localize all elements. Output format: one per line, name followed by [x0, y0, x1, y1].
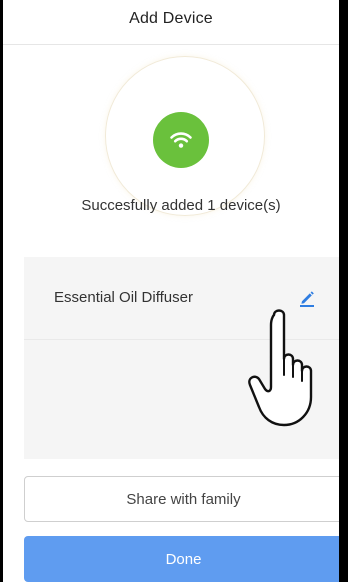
device-list-card: Essential Oil Diffuser	[24, 257, 339, 459]
success-message: Succesfully added 1 device(s)	[81, 197, 281, 214]
pencil-edit-icon[interactable]	[297, 288, 317, 308]
device-row[interactable]: Essential Oil Diffuser	[24, 257, 339, 340]
device-name: Essential Oil Diffuser	[54, 289, 193, 306]
share-with-family-button[interactable]: Share with family	[24, 476, 339, 522]
page-title: Add Device	[129, 10, 213, 27]
wifi-status-badge	[153, 112, 209, 168]
header-bar: Add Device	[3, 0, 339, 45]
wifi-icon	[170, 132, 192, 148]
add-device-screen: Add Device Succesfully added 1 device(s)…	[3, 0, 339, 582]
done-button[interactable]: Done	[24, 536, 339, 582]
